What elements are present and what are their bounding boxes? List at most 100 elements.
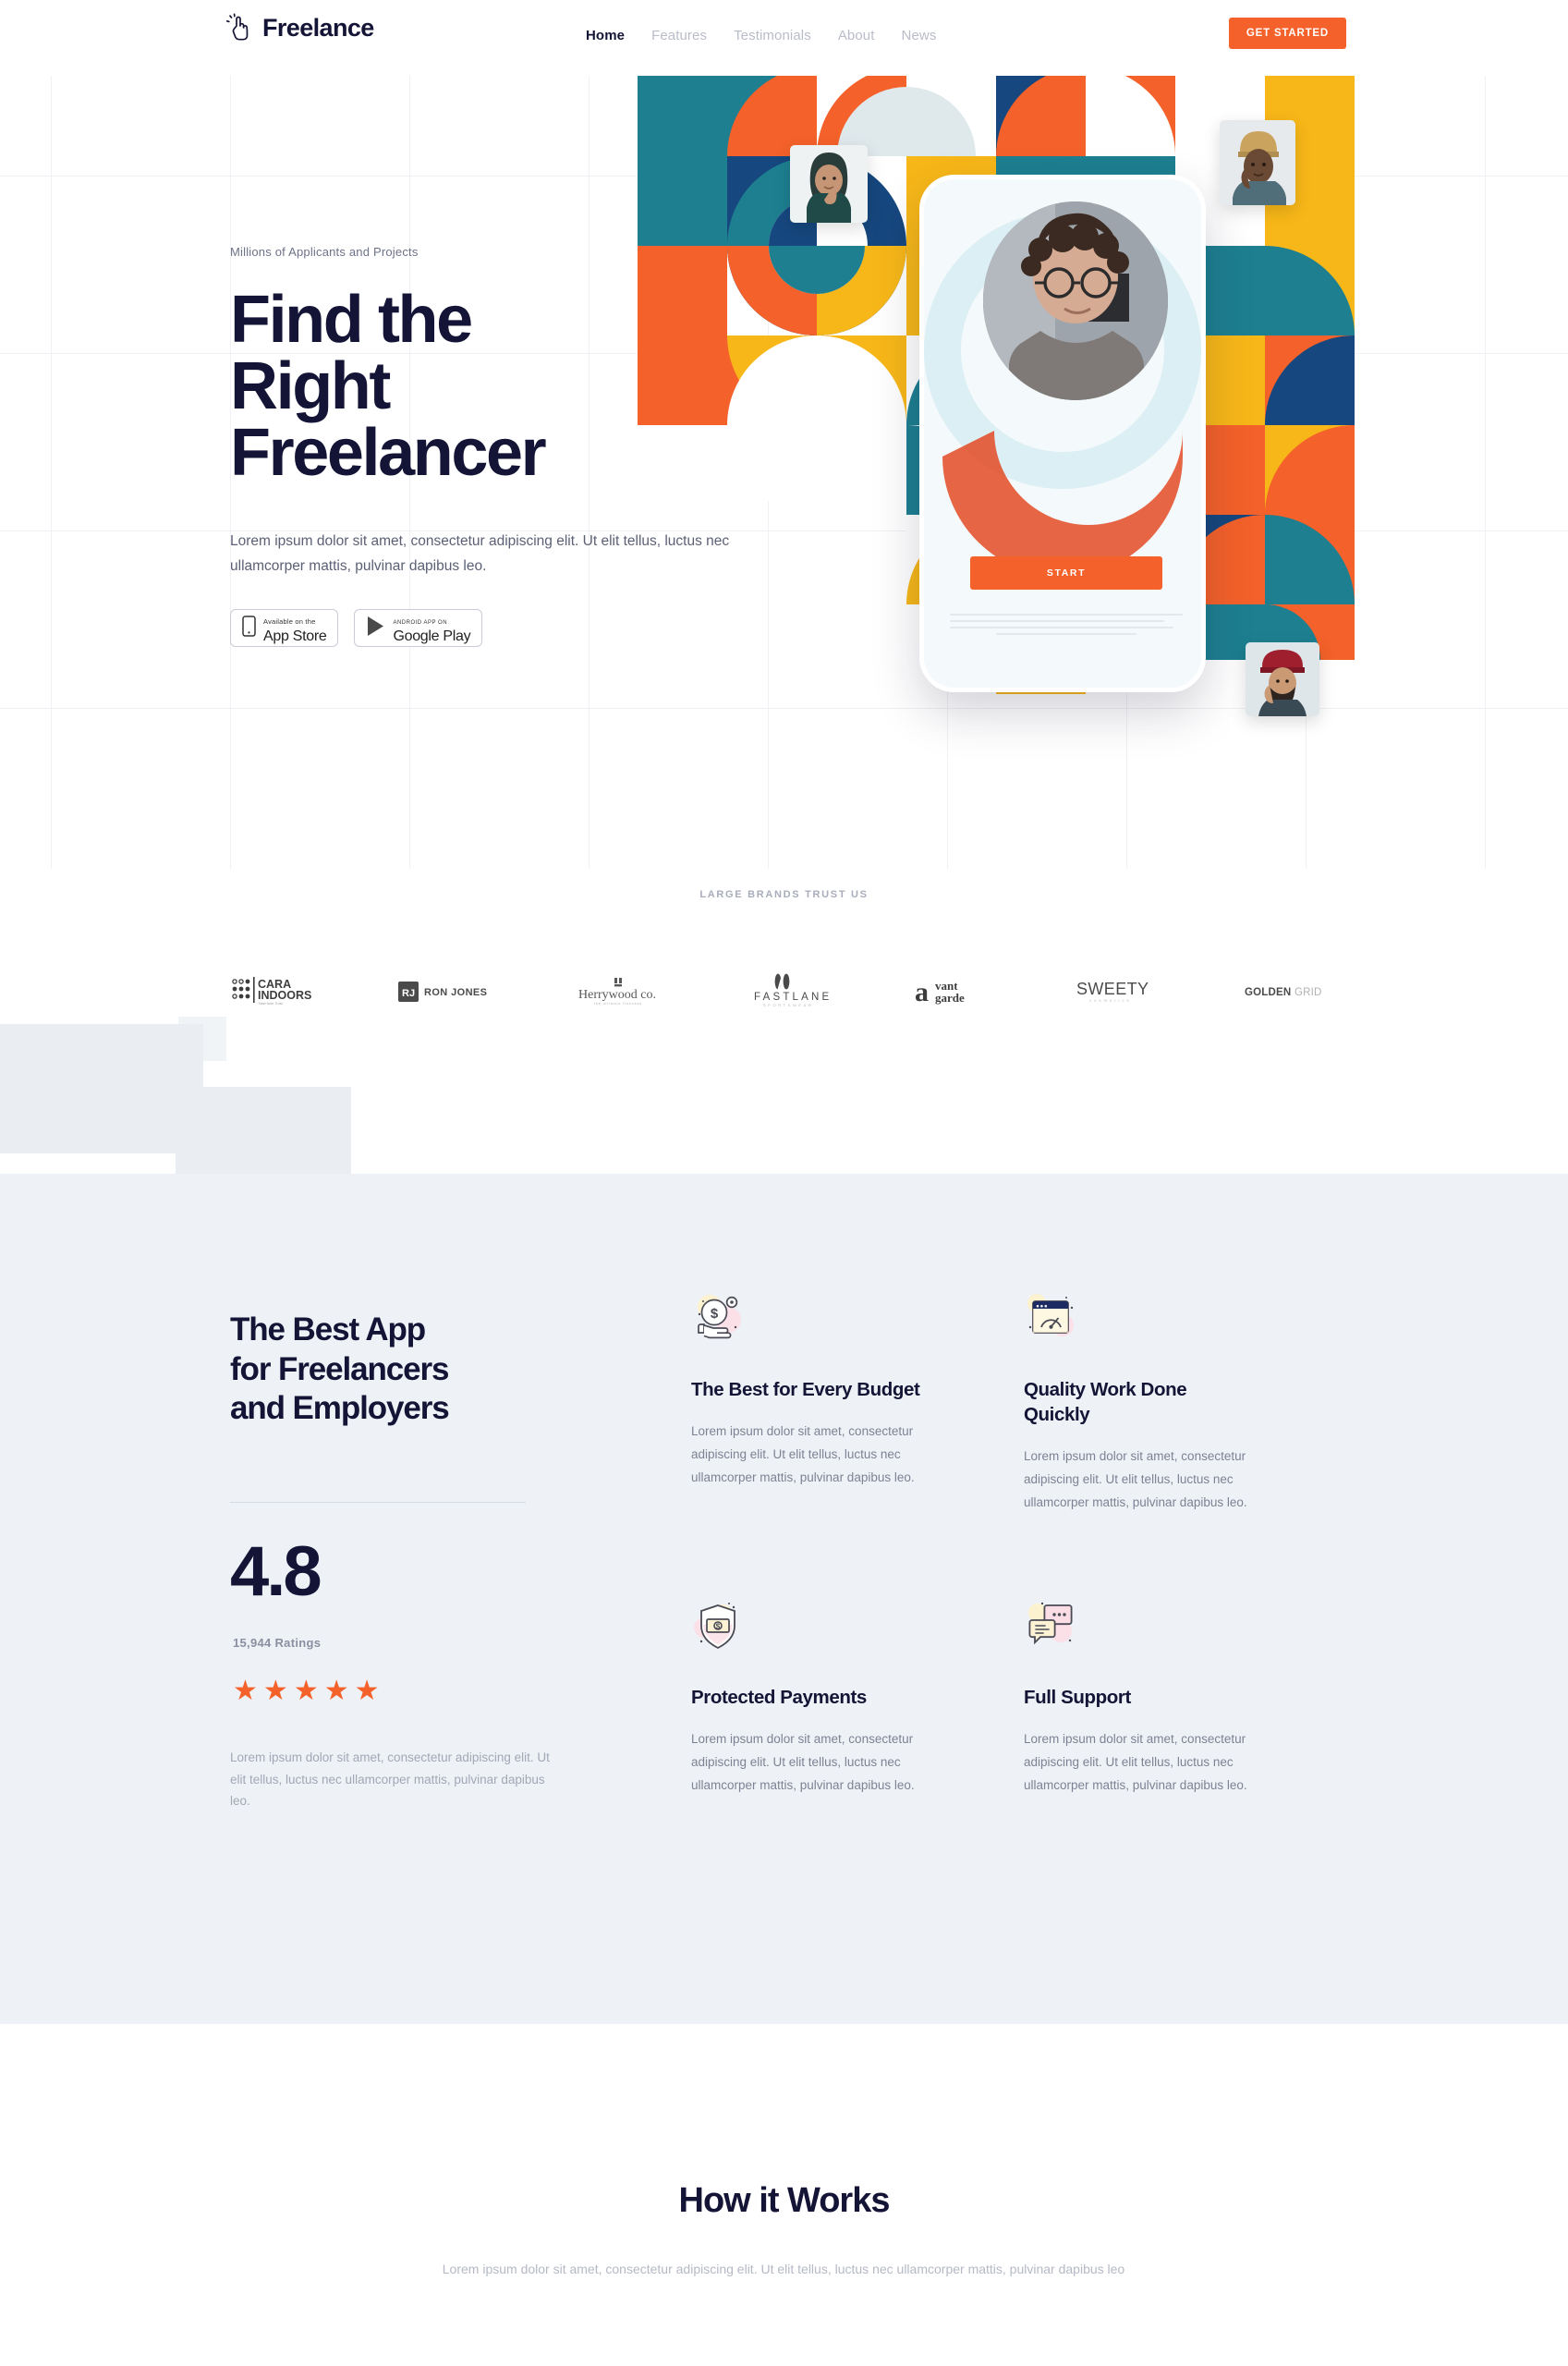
star-icon: ★ [293, 1676, 319, 1706]
divider [230, 1502, 526, 1503]
feature-card: Full Support Lorem ipsum dolor sit amet,… [1024, 1600, 1338, 1798]
brand-logo-avant-garde: a vant garde [896, 970, 1005, 1013]
svg-text:SPORTSWEAR: SPORTSWEAR [763, 1003, 813, 1007]
svg-text:$: $ [716, 1623, 721, 1631]
star-icon: ★ [354, 1676, 380, 1706]
floating-avatar-left [790, 145, 868, 223]
rating-score: 4.8 [230, 1532, 322, 1611]
feature-card-body: Lorem ipsum dolor sit amet, consectetur … [691, 1732, 915, 1792]
site-header: Freelance Home Features Testimonials Abo… [0, 0, 1568, 76]
nav-item-about[interactable]: About [838, 28, 875, 43]
how-it-works-subtitle: Lorem ipsum dolor sit amet, consectetur … [442, 2262, 1125, 2276]
brand-logo-sweety: SWEETY cosmetics [1064, 970, 1173, 1013]
feature-card: $ The Best for Every Budget Lorem ipsum … [691, 1292, 1024, 1515]
star-icon: ★ [262, 1676, 288, 1706]
features-section: The Best App for Freelancers and Employe… [0, 1174, 1568, 2024]
feature-card: $ Protected Payments Lorem ipsum dolor s… [691, 1600, 1024, 1798]
feature-card-body: Lorem ipsum dolor sit amet, consectetur … [691, 1424, 915, 1484]
ratings-count: 15,944 Ratings [233, 1636, 322, 1650]
svg-text:SWEETY: SWEETY [1076, 980, 1149, 998]
brand-logo-fastlane: FASTLANE SPORTSWEAR [730, 970, 839, 1013]
svg-text:the ultimate fineness: the ultimate fineness [594, 1002, 642, 1006]
brands-section: LARGE BRANDS TRUST US CARA INDOORS New f… [0, 869, 1568, 1174]
feature-card-title: The Best for Every Budget [691, 1379, 920, 1400]
decorative-square-mid [176, 1087, 351, 1174]
brand-logo-cara-indoors: CARA INDOORS New from Trust [230, 970, 339, 1013]
feature-card-body: Lorem ipsum dolor sit amet, consectetur … [1024, 1449, 1247, 1510]
brand-logo-herrywood: Herrywood co. the ultimate fineness [564, 970, 673, 1013]
features-heading-line-2: for Freelancers [230, 1350, 450, 1387]
nav-item-features[interactable]: Features [651, 28, 707, 43]
feature-card-title: Protected Payments [691, 1687, 867, 1708]
star-rating: ★ ★ ★ ★ ★ [233, 1677, 380, 1705]
nav-item-news[interactable]: News [902, 28, 937, 43]
svg-text:a: a [915, 977, 929, 1007]
features-heading: The Best App for Freelancers and Employe… [230, 1311, 618, 1429]
nav-item-home[interactable]: Home [586, 28, 625, 43]
shield-money-icon: $ [691, 1600, 745, 1653]
main-navigation: Home Features Testimonials About News [586, 28, 936, 43]
money-in-hand-icon: $ [691, 1292, 745, 1346]
headline-line-2: Right [230, 349, 391, 423]
star-icon: ★ [233, 1676, 258, 1706]
decorative-square-small [178, 1017, 226, 1061]
star-icon: ★ [323, 1676, 349, 1706]
logo-text: Freelance [262, 13, 374, 42]
svg-text:RJ: RJ [402, 988, 415, 999]
chat-bubbles-icon [1024, 1600, 1077, 1653]
app-store-main: App Store [263, 628, 327, 644]
svg-text:$: $ [711, 1306, 719, 1322]
google-play-badge[interactable]: ANDROID APP ON Google Play [354, 609, 483, 648]
landing-page: Freelance Home Features Testimonials Abo… [0, 0, 1568, 2366]
brand-logo-ron-jones: RJ RON JONES [396, 970, 505, 1013]
pointing-hand-icon [225, 13, 252, 43]
svg-text:Herrywood co.: Herrywood co. [578, 988, 656, 1002]
hero-copy: Millions of Applicants and Projects Find… [230, 245, 803, 648]
phone-screen: START [924, 179, 1201, 688]
svg-text:FASTLANE: FASTLANE [754, 992, 832, 1003]
get-started-button[interactable]: GET STARTED [1228, 18, 1346, 49]
svg-text:RON JONES: RON JONES [424, 987, 487, 998]
feature-cards: $ The Best for Every Budget Lorem ipsum … [691, 1292, 1338, 1798]
brand-logos: CARA INDOORS New from Trust RJ RON JONES [230, 970, 1339, 1013]
app-store-sub: Available on the [263, 616, 316, 626]
apple-phone-icon [242, 616, 256, 641]
feature-card: Quality Work Done Quickly Lorem ipsum do… [1024, 1292, 1338, 1515]
brands-label: LARGE BRANDS TRUST US [699, 889, 869, 900]
app-store-badge[interactable]: Available on the App Store [230, 609, 339, 648]
svg-text:INDOORS: INDOORS [258, 989, 311, 1002]
decorative-square-left [0, 1024, 203, 1153]
headline-line-3: Freelancer [230, 416, 547, 490]
svg-text:garde: garde [935, 991, 965, 1005]
svg-text:GOLDEN: GOLDEN [1245, 987, 1291, 998]
headline-line-1: Find the [230, 283, 473, 357]
svg-text:GRID: GRID [1295, 987, 1322, 998]
page-title: Find the Right Freelancer [230, 287, 803, 486]
svg-text:cosmetics: cosmetics [1089, 998, 1132, 1003]
phone-mockup: START [919, 175, 1206, 692]
browser-speedometer-icon [1024, 1292, 1077, 1346]
feature-card-title: Full Support [1024, 1687, 1131, 1708]
hero-paragraph: Lorem ipsum dolor sit amet, consectetur … [230, 533, 730, 574]
phone-placeholder-text [950, 614, 1183, 640]
app-store-badges: Available on the App Store ANDROID APP O… [230, 609, 803, 648]
how-it-works-title: How it Works [678, 2181, 891, 2220]
features-heading-line-3: and Employers [230, 1390, 450, 1427]
logo[interactable]: Freelance [225, 13, 374, 43]
svg-text:New from Trust: New from Trust [259, 1002, 284, 1006]
nav-item-testimonials[interactable]: Testimonials [734, 28, 811, 43]
feature-card-body: Lorem ipsum dolor sit amet, consectetur … [1024, 1732, 1247, 1792]
start-button[interactable]: START [970, 556, 1162, 590]
floating-avatar-bottom-right [1246, 642, 1319, 716]
feature-card-title: Quality Work Done Quickly [1024, 1379, 1187, 1426]
features-note: Lorem ipsum dolor sit amet, consectetur … [230, 1750, 550, 1809]
brand-logo-goldengrid: GOLDEN GRID [1230, 970, 1339, 1013]
hero-section: Millions of Applicants and Projects Find… [0, 76, 1568, 889]
features-heading-line-1: The Best App [230, 1311, 426, 1348]
google-play-main: Google Play [393, 628, 471, 644]
google-play-sub: ANDROID APP ON [393, 619, 448, 626]
hero-eyebrow: Millions of Applicants and Projects [230, 245, 419, 259]
floating-avatar-top-right [1220, 120, 1295, 205]
how-it-works-section: How it Works Lorem ipsum dolor sit amet,… [0, 2024, 1568, 2366]
google-play-triangle-icon [366, 616, 385, 641]
